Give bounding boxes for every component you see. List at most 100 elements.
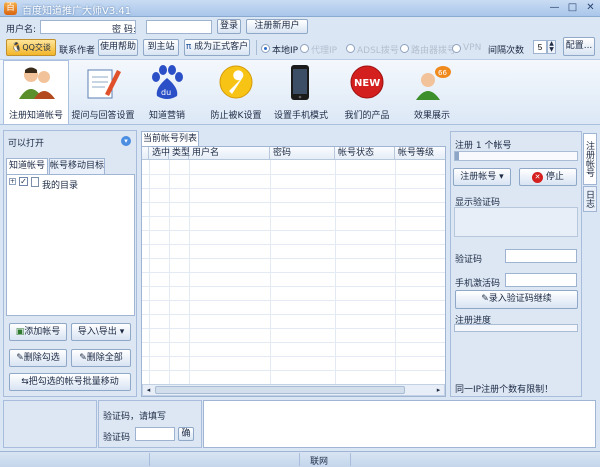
tab-accounts[interactable]: 知道帐号 xyxy=(6,158,48,174)
enter-captcha-button[interactable]: ✎录入验证码继续 xyxy=(455,290,578,309)
interval-label: 间隔次数 xyxy=(488,46,525,56)
vip-button[interactable]: π 成为正式客户 xyxy=(184,39,250,56)
svg-text:du: du xyxy=(161,88,171,97)
horizontal-scrollbar[interactable]: ◂ ▸ xyxy=(142,384,445,396)
login-button[interactable]: 登录 xyxy=(217,19,241,34)
interval-input[interactable] xyxy=(533,40,547,54)
phone-code-label: 手机激活码 xyxy=(455,279,501,289)
column-header[interactable]: 选中 xyxy=(149,147,170,160)
baidu-paw-icon: du xyxy=(152,65,183,99)
eraser-icon: ✎ xyxy=(79,353,87,363)
minimize-icon[interactable]: — xyxy=(546,1,563,15)
tab-account-list[interactable]: 当前帐号列表 xyxy=(141,131,199,147)
captcha-image-area xyxy=(454,207,578,237)
tool-label: 效果展示 xyxy=(413,111,450,121)
tool-register-account[interactable]: 注册知道帐号 xyxy=(3,60,69,124)
captcha-label: 验证码 xyxy=(455,255,483,265)
batch-move-button[interactable]: ⇆把勾选的帐号批量移动 xyxy=(9,373,131,391)
tool-anti-ban[interactable]: 防止被K设置 xyxy=(204,60,268,124)
close-icon[interactable]: ✕ xyxy=(582,1,599,15)
bottom-captcha-input[interactable] xyxy=(135,427,175,441)
tool-label: 设置手机模式 xyxy=(273,111,328,121)
home-button[interactable]: 到主站 xyxy=(143,39,179,56)
column-header[interactable]: 帐号等级 xyxy=(395,147,445,160)
window-title: 百度知道推广大师V3.41 xyxy=(22,6,132,17)
edit-document-icon xyxy=(87,69,121,99)
register-user-button[interactable]: 注册新用户 xyxy=(246,19,308,34)
wrench-icon xyxy=(219,65,253,99)
status-bar: 联网 xyxy=(0,451,600,467)
add-icon: ▣ xyxy=(15,327,25,337)
status-text: 联网 xyxy=(310,457,329,467)
column-header[interactable]: 用户名 xyxy=(189,147,270,160)
scroll-right-icon[interactable]: ▸ xyxy=(433,385,444,395)
qq-chat-button[interactable]: 🐧QQ交谈 xyxy=(6,39,56,56)
register-count-label: 注册 1 个帐号 xyxy=(455,141,512,151)
pi-icon: π xyxy=(185,42,192,52)
column-header[interactable]: 类型 xyxy=(169,147,190,160)
password-label: 密 码: xyxy=(112,25,136,35)
tree-checkbox[interactable]: ✓ xyxy=(19,177,28,186)
qq-icon: 🐧 xyxy=(11,43,23,53)
ip-option-local: 本地IP xyxy=(272,46,299,56)
delete-checked-button[interactable]: ✎删除勾选 xyxy=(9,349,67,367)
ip-option-router: 路由器拨号 xyxy=(411,46,457,56)
move-icon: ⇆ xyxy=(21,377,29,387)
column-header[interactable]: 帐号状态 xyxy=(335,147,395,160)
delete-all-button[interactable]: ✎删除全部 xyxy=(71,349,131,367)
left-panel-header: 可以打开 xyxy=(8,139,45,149)
stop-button[interactable]: ✕ 停止 xyxy=(519,168,577,186)
person-speech-icon: 66 xyxy=(416,66,451,100)
radio-adsl[interactable] xyxy=(346,44,355,53)
tool-label: 注册知道帐号 xyxy=(8,111,63,121)
directory-tree xyxy=(6,174,135,316)
tab-move-target[interactable]: 帐号移动目标 xyxy=(49,158,105,174)
log-text-area[interactable] xyxy=(203,400,596,448)
radio-local-ip[interactable] xyxy=(261,44,270,53)
contact-author-link[interactable]: 联系作者 xyxy=(59,43,95,56)
register-progress-bar xyxy=(454,324,578,332)
tool-label: 提问与回答设置 xyxy=(71,111,135,121)
side-tab-log[interactable]: 日志 xyxy=(583,186,597,212)
eraser-icon: ✎ xyxy=(16,353,24,363)
divider xyxy=(256,40,257,55)
svg-text:66: 66 xyxy=(438,69,447,77)
captcha-input[interactable] xyxy=(505,249,577,263)
radio-vpn[interactable] xyxy=(452,44,461,53)
column-header[interactable]: 密码 xyxy=(270,147,335,160)
dropdown-icon: ▾ xyxy=(119,327,125,337)
new-badge-icon: NEW xyxy=(350,65,384,99)
dropdown-icon: ▾ xyxy=(499,172,504,182)
radio-router[interactable] xyxy=(400,44,409,53)
username-label: 用户名: xyxy=(6,25,37,35)
add-account-button[interactable]: ▣添加帐号 xyxy=(9,323,67,341)
smartphone-icon xyxy=(291,65,309,100)
tool-qa-settings[interactable]: 提问与回答设置 xyxy=(70,60,136,124)
ip-limit-note: 同一IP注册个数有限制！ xyxy=(455,385,554,395)
count-slider[interactable] xyxy=(454,151,578,161)
import-export-button[interactable]: 导入\导出 ▾ xyxy=(71,323,131,341)
password-input[interactable] xyxy=(146,20,212,34)
register-account-button[interactable]: 注册帐号 ▾ xyxy=(453,168,511,186)
expand-icon[interactable]: + xyxy=(9,178,16,185)
interval-spinner[interactable]: ▲ ▼ xyxy=(547,40,556,54)
tool-products[interactable]: NEW 我们的产品 xyxy=(334,60,400,124)
tool-marketing[interactable]: du 知道营销 xyxy=(136,60,198,124)
scroll-thumb[interactable] xyxy=(155,386,405,394)
tree-root-label[interactable]: 我的目录 xyxy=(42,178,78,191)
config-button[interactable]: 配置... xyxy=(563,37,595,56)
account-grid: 选中 类型 用户名 密码 帐号状态 帐号等级 ◂ ▸ xyxy=(141,146,446,397)
help-button[interactable]: 使用帮助 xyxy=(98,39,138,56)
tool-phone-mode[interactable]: 设置手机模式 xyxy=(268,60,334,124)
tool-label: 防止被K设置 xyxy=(210,111,262,121)
tool-label: 我们的产品 xyxy=(344,111,390,121)
phone-code-input[interactable] xyxy=(505,273,577,287)
tool-showcase[interactable]: 66 效果展示 xyxy=(400,60,464,124)
slider-thumb[interactable] xyxy=(455,152,459,160)
chevron-down-icon[interactable]: ▾ xyxy=(121,136,131,146)
radio-proxy-ip[interactable] xyxy=(300,44,309,53)
side-tab-register[interactable]: 注册帐号 xyxy=(583,133,597,185)
scroll-left-icon[interactable]: ◂ xyxy=(143,385,154,395)
confirm-button[interactable]: 确 xyxy=(178,427,194,441)
maximize-icon[interactable]: □ xyxy=(564,1,581,15)
